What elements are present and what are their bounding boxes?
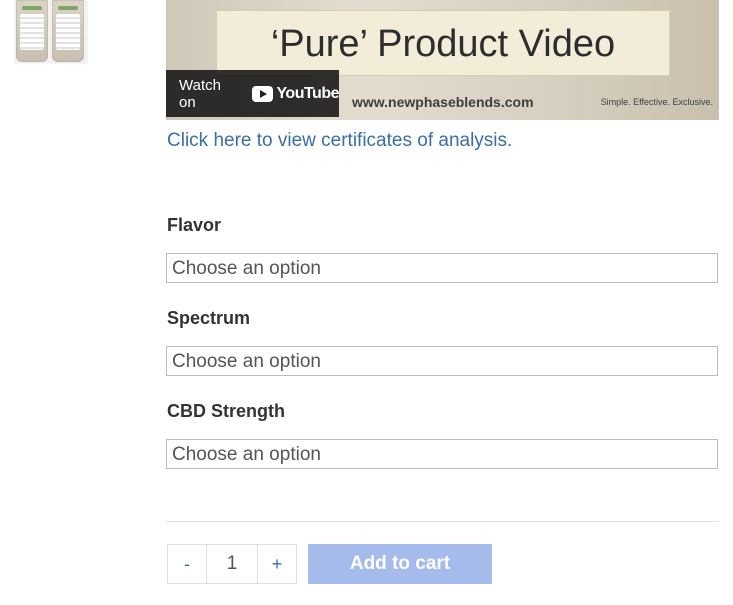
video-tagline: Simple. Effective. Exclusive. — [600, 97, 713, 107]
video-url-text: www.newphaseblends.com — [352, 94, 534, 110]
divider — [166, 521, 719, 522]
bottle-back-image — [52, 0, 84, 62]
product-video[interactable]: ‘Pure’ Product Video www.newphaseblends.… — [166, 0, 719, 120]
quantity-decrement-button[interactable]: - — [168, 545, 206, 583]
bottle-label — [20, 14, 44, 50]
youtube-play-icon — [252, 85, 274, 102]
video-title: ‘Pure’ Product Video — [270, 23, 616, 65]
bottle-cap-band — [22, 6, 42, 10]
bottle-label — [56, 14, 80, 50]
flavor-select[interactable]: Choose an option — [166, 253, 718, 283]
watch-on-youtube-button[interactable]: Watch on YouTube — [166, 70, 339, 117]
quantity-stepper: - 1 + — [167, 544, 297, 584]
product-page: ‘Pure’ Product Video www.newphaseblends.… — [0, 0, 733, 605]
product-thumbnail[interactable] — [14, 0, 88, 64]
spectrum-select[interactable]: Choose an option — [166, 346, 718, 376]
add-to-cart-button[interactable]: Add to cart — [308, 544, 492, 584]
certificates-link[interactable]: Click here to view certificates of analy… — [167, 130, 512, 152]
flavor-label: Flavor — [167, 215, 222, 235]
bottle-front-image — [16, 0, 48, 62]
spectrum-label: Spectrum — [167, 308, 251, 328]
watch-on-label: Watch on — [179, 76, 221, 111]
bottle-cap-band — [58, 6, 78, 10]
cbd-strength-select[interactable]: Choose an option — [166, 439, 718, 469]
quantity-increment-button[interactable]: + — [258, 545, 296, 583]
quantity-input[interactable]: 1 — [206, 545, 258, 583]
cbd-strength-label: CBD Strength — [167, 401, 285, 421]
youtube-wordmark: YouTube — [276, 84, 339, 102]
video-title-banner: ‘Pure’ Product Video — [216, 10, 670, 76]
